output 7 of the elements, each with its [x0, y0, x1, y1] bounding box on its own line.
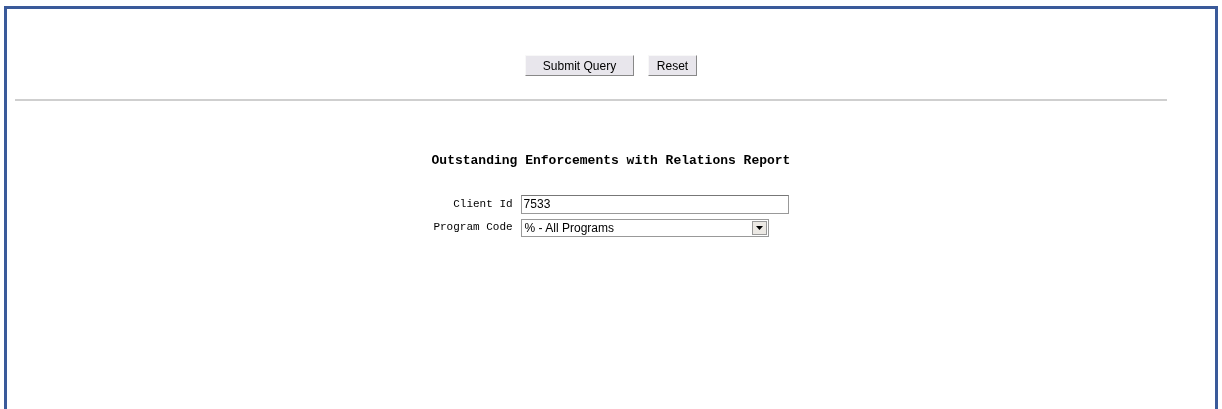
submit-button[interactable]: Submit Query	[525, 55, 634, 76]
client-id-field[interactable]: 7533	[520, 194, 789, 214]
field-label: Client Id	[452, 196, 513, 212]
reset-button[interactable]: Reset	[648, 55, 697, 76]
report-title: Outstanding Enforcements with Relations Report	[431, 152, 791, 170]
program-select[interactable]: % - All Programs	[520, 218, 769, 237]
field-label: Program Code	[433, 220, 513, 236]
